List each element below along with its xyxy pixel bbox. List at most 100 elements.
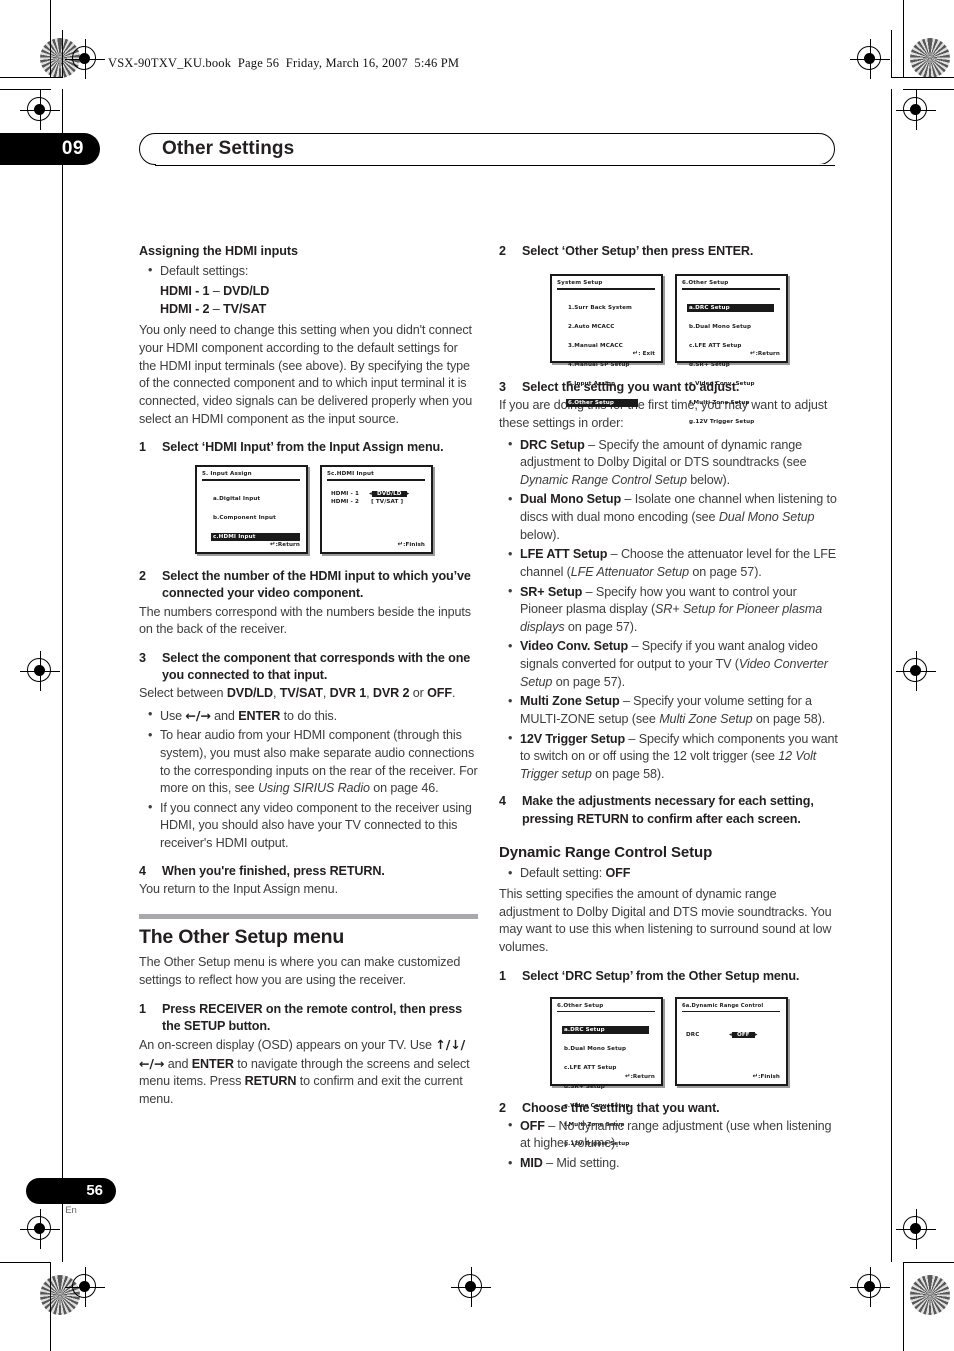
r-step-2-number: 2 <box>499 244 506 258</box>
right-column: 2 Select ‘Other Setup’ then press ENTER.… <box>499 243 838 1183</box>
osd-item-video-conv-setup[interactable]: e.Video Conv. Setup <box>562 1102 632 1110</box>
option-italic-ref: LFE Attenuator Setup <box>570 564 689 579</box>
option-dvdld: DVD/LD <box>226 686 273 701</box>
crop-mark-bottom-right-h <box>903 1262 954 1264</box>
crop-mark-top-left-h2 <box>0 89 51 91</box>
option-dual-mono-setup-label: Dual Mono Setup <box>520 492 622 507</box>
drc-default-setting: Default setting: OFF <box>499 865 838 883</box>
setup-options-list: DRC Setup – Specify the amount of dynami… <box>499 436 838 784</box>
osd-item-video-conv-setup[interactable]: e.Video Conv. Setup <box>687 380 757 388</box>
heading-other-setup-menu: The Other Setup menu <box>139 926 345 949</box>
osd-screen-input-assign: 5. Input Assign a.Digital Input b.Compon… <box>195 465 308 555</box>
drc-body-paragraph: This setting specifies the amount of dyn… <box>499 887 832 954</box>
osd-drc-footer: ↵:Finish <box>753 1072 780 1080</box>
osd-item-other-setup[interactable]: 6.Other Setup <box>566 398 638 407</box>
crop-mark-top-right-v2 <box>891 30 893 78</box>
osd-item-dual-mono-setup[interactable]: b.Dual Mono Setup <box>687 323 753 331</box>
osd-hdmi2-key: HDMI - 2 <box>331 499 360 506</box>
crop-mark-bottom-right-v <box>903 1262 905 1351</box>
drc-step-2-choose: 2 Choose the setting that you want. <box>499 1100 838 1117</box>
osd-item-manual-mcacc[interactable]: 3.Manual MCACC <box>566 342 625 350</box>
osd-item-dual-mono-setup[interactable]: b.Dual Mono Setup <box>562 1045 628 1053</box>
registration-target-right-middle <box>896 651 936 691</box>
osd-other-setup-items: a.DRC Setup b.Dual Mono Setup c.LFE ATT … <box>677 294 786 427</box>
osd-input-assign-items: a.Digital Input b.Component Input c.HDMI… <box>197 485 306 542</box>
osd-drc-value: OFF <box>731 1032 755 1039</box>
osd-item-sr-plus-setup[interactable]: d.SR+ Setup <box>562 1083 607 1091</box>
default-settings-bullet: Default settings: <box>139 262 478 281</box>
option-sr-plus-setup-label: SR+ Setup <box>520 584 583 599</box>
step-3-text: Select the component that corresponds wi… <box>162 650 471 682</box>
osd-item-input-assign[interactable]: 5.Input Assign <box>566 380 617 388</box>
bullet-use-mid: and <box>210 708 239 723</box>
step-2-select-hdmi-number: 2 Select the number of the HDMI input to… <box>139 568 478 602</box>
bullet-use-pre: Use <box>160 708 186 723</box>
page-language-label: En <box>65 1205 77 1216</box>
osd-item-multi-zone-setup[interactable]: f.Multi Zone Setup <box>687 399 752 407</box>
osd-item-drc-setup[interactable]: a.DRC Setup <box>562 1026 649 1035</box>
step-2-body: The numbers correspond with the numbers … <box>139 604 471 637</box>
registration-target-bottom-right <box>850 1267 890 1307</box>
osd-figure-drc-group: 6.Other Setup a.DRC Setup b.Dual Mono Se… <box>550 996 838 1147</box>
osd-item-surr-back-system[interactable]: 1.Surr Back System <box>566 304 634 312</box>
osd-system-setup-footer: ↵: Exit <box>633 349 655 357</box>
step-3-number: 3 <box>139 650 146 665</box>
osd-drc-row[interactable]: DRC ◂ OFF ▸ <box>677 1031 786 1039</box>
osd-item-auto-mcacc[interactable]: 2.Auto MCACC <box>566 323 616 331</box>
osd-item-12v-trigger-setup[interactable]: g.12V Trigger Setup <box>687 418 756 426</box>
registration-target-right-lower <box>896 1209 936 1249</box>
osd-item-digital-input[interactable]: a.Digital Input <box>211 495 262 503</box>
osd-other-setup-title-2: 6.Other Setup <box>557 1002 604 1009</box>
option-12v-trigger-setup-label: 12V Trigger Setup <box>520 731 626 746</box>
osd-hdmi-row-1[interactable]: HDMI - 1 ◂ DVD/LD ▸ <box>322 490 431 498</box>
default-hdmi2-line: HDMI - 2 – TV/SAT <box>160 301 267 316</box>
option-text-post: on page 58). <box>752 711 826 726</box>
crop-mark-top-left-h <box>0 77 63 79</box>
osd-hdmi-input-title: 5c.HDMI Input <box>327 471 374 478</box>
bullet-use-arrows: Use ←/→ and ENTER to do this. <box>139 706 478 726</box>
osd-hdmi2-value-wrap: [ TV/SAT ] <box>369 499 404 506</box>
r-step-2-text: Select ‘Other Setup’ then press ENTER. <box>522 244 754 258</box>
option-italic-ref: Dynamic Range Control Setup <box>520 472 687 487</box>
step-1-number: 1 <box>139 440 146 455</box>
drc-option-mid: MID – Mid setting. <box>499 1155 838 1173</box>
osd-item-lfe-att-setup[interactable]: c.LFE ATT Setup <box>687 342 743 350</box>
step-3-bullets: Use ←/→ and ENTER to do this. To hear au… <box>139 706 478 853</box>
step-3-select-component: 3 Select the component that corresponds … <box>139 650 478 684</box>
drc-step-1-select: 1 Select ‘DRC Setup’ from the Other Setu… <box>499 968 838 985</box>
option-text-post: on page 57). <box>688 564 762 579</box>
step-2-text: Select the number of the HDMI input to w… <box>162 569 471 601</box>
osd-hdmi-row-2[interactable]: HDMI - 2 [ TV/SAT ] <box>322 498 431 506</box>
drc-default-value: OFF <box>605 866 631 881</box>
default-settings-list: Default settings: <box>139 262 478 281</box>
osd-hdmi1-value: DVD/LD <box>371 490 407 497</box>
osd-other-setup-title: 6.Other Setup <box>682 280 729 287</box>
step-3-body-pre: Select between <box>139 686 227 701</box>
osd-item-component-input[interactable]: b.Component Input <box>211 514 278 522</box>
hdmi-intro-paragraph: You only need to change this setting whe… <box>139 323 473 426</box>
r-step-3-body: If you are doing this for the first time… <box>499 398 828 430</box>
option-text-post: on page 57). <box>552 674 625 689</box>
return-key-label: RETURN <box>244 1074 297 1089</box>
option-text-post: on page 58). <box>591 766 665 781</box>
osd-item-manual-sp-setup[interactable]: 4.Manual SP Setup <box>566 361 632 369</box>
option-multi-zone-setup-label: Multi Zone Setup <box>520 694 620 709</box>
osd-item-sr-plus-setup[interactable]: d.SR+ Setup <box>687 361 732 369</box>
registration-target-top-right <box>850 39 890 79</box>
osd-divider <box>682 1010 780 1013</box>
registration-dot-top-right <box>910 38 950 78</box>
option-tvsat: TV/SAT <box>279 686 323 701</box>
registration-target-top-left <box>65 39 105 79</box>
option-video-conv-setup-label: Video Conv. Setup <box>520 639 629 654</box>
drc-step-1-number: 1 <box>499 968 506 983</box>
list-item: Dual Mono Setup – Isolate one channel wh… <box>499 491 838 544</box>
osd-item-drc-setup[interactable]: a.DRC Setup <box>687 303 774 312</box>
enter-key-label: ENTER <box>238 708 281 723</box>
option-drc-setup-label: DRC Setup <box>520 437 585 452</box>
osd-hdmi-input-footer: ↵:Finish <box>398 540 425 548</box>
osd-footer-label: :Return <box>755 351 780 358</box>
option-dvr2: DVR 2 <box>372 686 410 701</box>
default-hdmi1-line: HDMI - 1 – DVD/LD <box>160 284 270 299</box>
osd-drc-title: 6a.Dynamic Range Control <box>682 1002 764 1009</box>
osd-item-lfe-att-setup[interactable]: c.LFE ATT Setup <box>562 1064 618 1072</box>
